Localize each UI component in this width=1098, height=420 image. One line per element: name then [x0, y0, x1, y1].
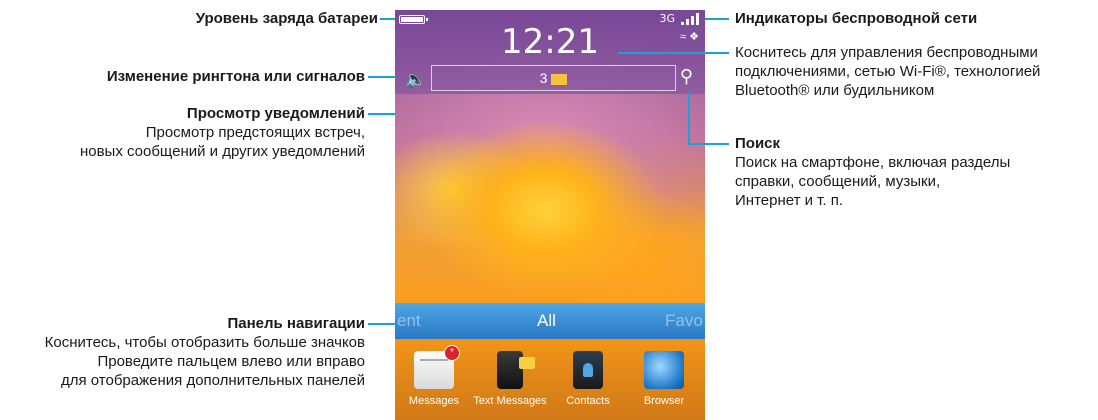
wireless-manage-callout-line3: Bluetooth® или будильником — [735, 82, 935, 99]
battery-callout: Уровень заряда батареи — [196, 9, 378, 28]
search-icon[interactable]: ⚲ — [680, 66, 693, 87]
navigation-callout-title: Панель навигации — [227, 315, 365, 332]
wifi-bluetooth-icon: ≈ ❖ — [680, 31, 699, 43]
app-label-contacts: Contacts — [566, 395, 610, 407]
navigation-bar[interactable]: ent All Favo — [395, 303, 705, 339]
app-contacts[interactable]: Contacts — [549, 351, 627, 407]
search-callout-line3: Интернет и т. п. — [735, 192, 843, 209]
wireless-indicators-leader — [705, 18, 729, 20]
speaker-icon[interactable]: 🔈 — [405, 70, 426, 90]
text-messages-icon — [497, 351, 535, 389]
messages-badge: * — [444, 345, 460, 361]
search-callout-title: Поиск — [735, 135, 781, 152]
notification-bar[interactable]: 3 — [431, 65, 676, 91]
wireless-manage-callout-line2: подключениями, сетью Wi-Fi®, технологией — [735, 63, 1041, 80]
wireless-manage-callout: Коснитесь для управления беспроводными п… — [735, 43, 1040, 100]
nav-tab-all[interactable]: All — [537, 311, 556, 331]
wireless-indicators-callout: Индикаторы беспроводной сети — [735, 9, 977, 28]
ringtone-callout-title: Изменение рингтона или сигналов — [106, 68, 365, 85]
notification-count: 3 — [539, 70, 548, 86]
search-callout-line1: Поиск на смартфоне, включая разделы — [735, 154, 1011, 171]
contacts-icon — [573, 351, 603, 389]
app-text-messages[interactable]: Text Messages — [471, 351, 549, 407]
search-callout-line2: справки, сообщений, музыки, — [735, 173, 941, 190]
wireless-manage-callout-line1: Коснитесь для управления беспроводными — [735, 44, 1038, 61]
network-indicator: 3G — [659, 12, 675, 25]
nav-tab-left[interactable]: ent — [397, 311, 421, 331]
notifications-callout-line1: Просмотр предстоящих встреч, — [145, 124, 365, 141]
notifications-callout: Просмотр уведомлений Просмотр предстоящи… — [80, 104, 365, 161]
ringtone-callout: Изменение рингтона или сигналов — [107, 67, 365, 86]
navigation-callout-line3: для отображения дополнительных панелей — [60, 372, 365, 389]
browser-icon — [644, 351, 684, 389]
navigation-callout-line1: Коснитесь, чтобы отобразить больше значк… — [44, 334, 365, 351]
wireless-indicators-callout-title: Индикаторы беспроводной сети — [735, 10, 978, 27]
navigation-leader — [368, 323, 398, 325]
app-label-messages: Messages — [408, 395, 460, 407]
battery-callout-title: Уровень заряда батареи — [195, 10, 378, 27]
navigation-callout: Панель навигации Коснитесь, чтобы отобра… — [45, 314, 365, 390]
nav-tab-right[interactable]: Favo — [665, 311, 703, 331]
app-dock: * Messages Text Messages Contacts Browse… — [395, 339, 705, 420]
navigation-callout-line2: Проведите пальцем влево или вправо — [97, 353, 365, 370]
clock: 12:21 — [501, 22, 599, 62]
wireless-manage-leader — [618, 52, 729, 54]
messages-icon: * — [414, 345, 460, 389]
search-callout: Поиск Поиск на смартфоне, включая раздел… — [735, 134, 1010, 210]
search-leader — [688, 143, 729, 145]
network-type-label: 3G — [659, 12, 675, 25]
phone-screen: 12:21 3G ≈ ❖ 🔈 3 ⚲ ent All Favo * Messag… — [395, 10, 705, 420]
app-messages[interactable]: * Messages — [395, 345, 473, 407]
signal-strength-icon — [681, 13, 701, 25]
app-label-browser: Browser — [643, 395, 685, 407]
app-label-text-messages: Text Messages — [473, 395, 547, 407]
app-browser[interactable]: Browser — [625, 351, 703, 407]
search-leader-vertical — [688, 92, 690, 144]
notifications-callout-title: Просмотр уведомлений — [186, 105, 365, 122]
notifications-callout-line2: новых сообщений и других уведомлений — [79, 143, 365, 160]
envelope-icon — [551, 73, 568, 85]
